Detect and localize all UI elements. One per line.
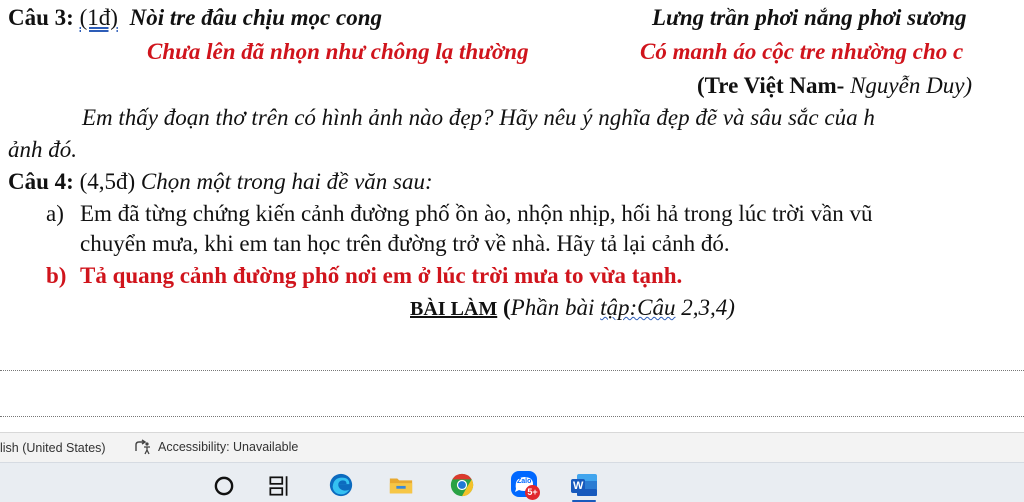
source-title: (Tre Việt Nam- bbox=[697, 73, 845, 98]
answer-heading-title: BÀI LÀM bbox=[410, 298, 498, 320]
status-accessibility[interactable]: Accessibility: Unavailable bbox=[133, 439, 298, 455]
word-app-icon[interactable]: W bbox=[569, 471, 599, 502]
search-circle-icon[interactable] bbox=[211, 473, 237, 499]
q4-instruction: Chọn một trong hai đề văn sau: bbox=[135, 169, 433, 194]
source-author: Nguyễn Duy) bbox=[844, 73, 973, 98]
file-explorer-icon[interactable] bbox=[388, 472, 414, 498]
taskbar: Zalo 5+ W bbox=[0, 462, 1024, 502]
answer-line bbox=[0, 370, 1024, 371]
zalo-notification-badge: 5+ bbox=[525, 485, 540, 500]
poem-line2-left: Chưa lên đã nhọn như chông lạ thường bbox=[147, 39, 529, 64]
q3-question-line2: ảnh đó. bbox=[8, 137, 77, 162]
edge-browser-icon[interactable] bbox=[328, 472, 354, 498]
poem-line1-right: Lưng trần phơi nắng phơi sương bbox=[652, 5, 967, 30]
q4-option-b-text: Tả quang cảnh đường phố nơi em ở lúc trờ… bbox=[80, 263, 683, 288]
q3-label: Câu 3: bbox=[8, 5, 74, 30]
status-language[interactable]: lish (United States) bbox=[0, 441, 106, 455]
answer-heading-italic1: Phần bài bbox=[510, 295, 601, 320]
answer-line bbox=[0, 416, 1024, 417]
q4-option-a-line1: Em đã từng chứng kiến cảnh đường phố ồn … bbox=[80, 201, 873, 226]
poem-line1-left: Nòi tre đâu chịu mọc cong bbox=[129, 5, 383, 30]
zalo-label: Zalo bbox=[517, 478, 532, 485]
q4-label: Câu 4: bbox=[8, 169, 74, 194]
q4-option-b-marker: b) bbox=[46, 263, 67, 288]
q4-option-a-line2: chuyển mưa, khi em tan học trên đường tr… bbox=[80, 231, 730, 256]
q4-heading: Câu 4: (4,5đ) Chọn một trong hai đề văn … bbox=[8, 168, 433, 196]
zalo-app-icon[interactable]: Zalo 5+ bbox=[510, 470, 540, 500]
q4-option-a-marker: a) bbox=[46, 201, 64, 226]
q3-question-line1: Em thấy đoạn thơ trên có hình ảnh nào đẹ… bbox=[82, 105, 875, 130]
accessibility-icon bbox=[135, 439, 150, 455]
q3-line1: Câu 3: (1đ) Nòi tre đâu chịu mọc cong bbox=[8, 4, 382, 32]
chrome-browser-icon[interactable] bbox=[449, 472, 475, 498]
answer-heading-paren: ( bbox=[497, 295, 511, 320]
q4-points: (4,5đ) bbox=[79, 169, 136, 194]
q3-points: (1đ) bbox=[79, 5, 118, 30]
poem-line2-right: Có manh áo cộc tre nhường cho c bbox=[640, 39, 964, 64]
answer-heading-underlined: tập:Câu bbox=[600, 295, 676, 320]
answer-heading-italic2: 2,3,4) bbox=[675, 295, 735, 320]
poem-source: (Tre Việt Nam- Nguyễn Duy) bbox=[697, 72, 972, 100]
task-view-icon[interactable] bbox=[266, 473, 292, 499]
word-icon-letter: W bbox=[573, 480, 584, 492]
status-bar: lish (United States) Accessibility: Unav… bbox=[0, 432, 1024, 463]
answer-heading: BÀI LÀM (Phần bài tập:Câu 2,3,4) bbox=[410, 294, 735, 323]
status-accessibility-label: Accessibility: Unavailable bbox=[158, 440, 299, 454]
document-page[interactable]: Câu 3: (1đ) Nòi tre đâu chịu mọc cong Lư… bbox=[0, 0, 1024, 432]
